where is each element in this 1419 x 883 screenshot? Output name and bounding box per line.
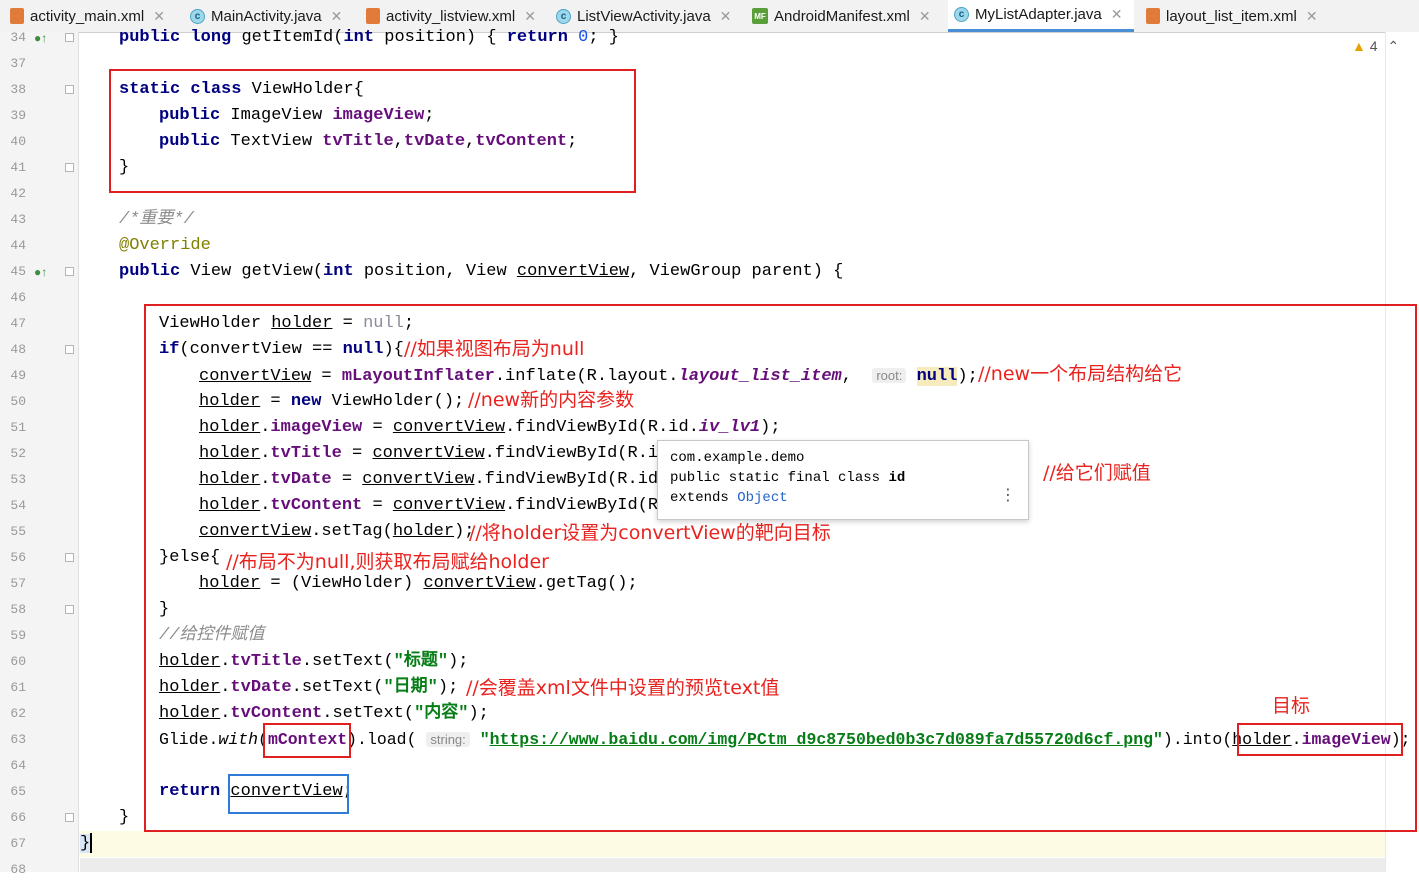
line-number: 38 [10, 82, 26, 97]
viewholder-class-highlight-box [109, 69, 636, 193]
line-number: 41 [10, 160, 26, 175]
chevron-up-icon[interactable]: ⌃ [1387, 38, 1399, 54]
popup-declaration: public static final class id [670, 470, 906, 486]
line-number: 40 [10, 134, 26, 149]
xml-file-icon [10, 8, 24, 24]
line-number: 56 [10, 550, 26, 565]
line-number: 62 [10, 706, 26, 721]
close-icon[interactable]: ✕ [1306, 8, 1318, 25]
tab-label: layout_list_item.xml [1166, 7, 1297, 25]
warning-icon: ▲ [1352, 38, 1366, 54]
line-number: 59 [10, 628, 26, 643]
fold-icon[interactable] [65, 267, 74, 276]
line-number: 68 [10, 862, 26, 877]
code-line-43[interactable]: /*重要*/ [119, 207, 194, 233]
horizontal-scrollbar[interactable] [80, 858, 1385, 872]
line-number: 63 [10, 732, 26, 747]
tab-my-list-adapter-java[interactable]: c MyListAdapter.java ✕ [948, 0, 1134, 32]
java-class-icon: c [556, 8, 571, 24]
popup-extends: extends Object [670, 490, 788, 506]
warnings-count: 4 [1369, 38, 1378, 54]
line-number: 34 [10, 30, 26, 45]
line-number: 45 [10, 264, 26, 279]
tab-label: activity_listview.xml [386, 7, 516, 25]
line-number: 65 [10, 784, 26, 799]
tab-label: activity_main.xml [30, 7, 145, 25]
code-line-67[interactable]: } [80, 831, 93, 857]
code-line-45[interactable]: public View getView(int position, View c… [119, 259, 843, 285]
fold-icon[interactable] [65, 85, 74, 94]
text-cursor [90, 832, 93, 853]
target-highlight-box [1237, 723, 1403, 756]
fold-icon[interactable] [65, 345, 74, 354]
tab-android-manifest-xml[interactable]: MF AndroidManifest.xml ✕ [746, 0, 944, 32]
gutter-divider [78, 32, 79, 872]
code-line-66[interactable]: } [119, 805, 129, 831]
override-marker-icon[interactable]: ●↑ [34, 259, 48, 285]
line-number: 46 [10, 290, 26, 305]
close-icon[interactable]: ✕ [919, 8, 931, 25]
warnings-indicator[interactable]: ▲ 4 ⌃ [1352, 38, 1399, 55]
close-icon[interactable]: ✕ [524, 8, 536, 25]
tab-layout-list-item-xml[interactable]: layout_list_item.xml ✕ [1140, 0, 1330, 32]
line-number: 51 [10, 420, 26, 435]
line-number: 58 [10, 602, 26, 617]
close-icon[interactable]: ✕ [1111, 6, 1123, 23]
tab-label: MyListAdapter.java [975, 6, 1102, 23]
object-link[interactable]: Object [737, 490, 787, 506]
line-number: 39 [10, 108, 26, 123]
manifest-file-icon: MF [752, 8, 768, 24]
popup-package: com.example.demo [670, 450, 805, 466]
tab-label: ListViewActivity.java [577, 7, 711, 25]
line-number: 54 [10, 498, 26, 513]
close-icon[interactable]: ✕ [720, 8, 732, 25]
line-number: 60 [10, 654, 26, 669]
quick-documentation-popup[interactable]: com.example.demo public static final cla… [657, 440, 1029, 520]
line-number: 47 [10, 316, 26, 331]
line-number: 52 [10, 446, 26, 461]
java-class-icon: c [954, 7, 969, 22]
line-number: 53 [10, 472, 26, 487]
code-line-44[interactable]: @Override [119, 233, 211, 259]
line-number: 49 [10, 368, 26, 383]
line-number: 55 [10, 524, 26, 539]
line-number: 64 [10, 758, 26, 773]
fold-icon[interactable] [65, 605, 74, 614]
tab-label: AndroidManifest.xml [774, 7, 910, 25]
more-options-icon[interactable]: ⋮ [1000, 485, 1016, 505]
close-icon[interactable]: ✕ [331, 8, 343, 25]
line-number: 42 [10, 186, 26, 201]
xml-file-icon [1146, 8, 1160, 24]
fold-icon[interactable] [65, 813, 74, 822]
line-number: 57 [10, 576, 26, 591]
tab-label: MainActivity.java [211, 7, 322, 25]
line-number: 50 [10, 394, 26, 409]
line-number: 61 [10, 680, 26, 695]
return-highlight-box [228, 774, 349, 814]
fold-icon[interactable] [65, 33, 74, 42]
fold-icon[interactable] [65, 553, 74, 562]
code-line-34[interactable]: public long getItemId(int position) { re… [119, 25, 619, 51]
close-icon[interactable]: ✕ [153, 8, 165, 25]
line-number: 48 [10, 342, 26, 357]
current-line-highlight [79, 831, 1385, 857]
line-number: 44 [10, 238, 26, 253]
xml-file-icon [366, 8, 380, 24]
line-number: 43 [10, 212, 26, 227]
line-number: 67 [10, 836, 26, 851]
line-number: 37 [10, 56, 26, 71]
fold-icon[interactable] [65, 163, 74, 172]
override-marker-icon[interactable]: ●↑ [34, 25, 48, 51]
mcontext-highlight-box [263, 723, 351, 758]
java-class-icon: c [190, 8, 205, 24]
line-number: 66 [10, 810, 26, 825]
